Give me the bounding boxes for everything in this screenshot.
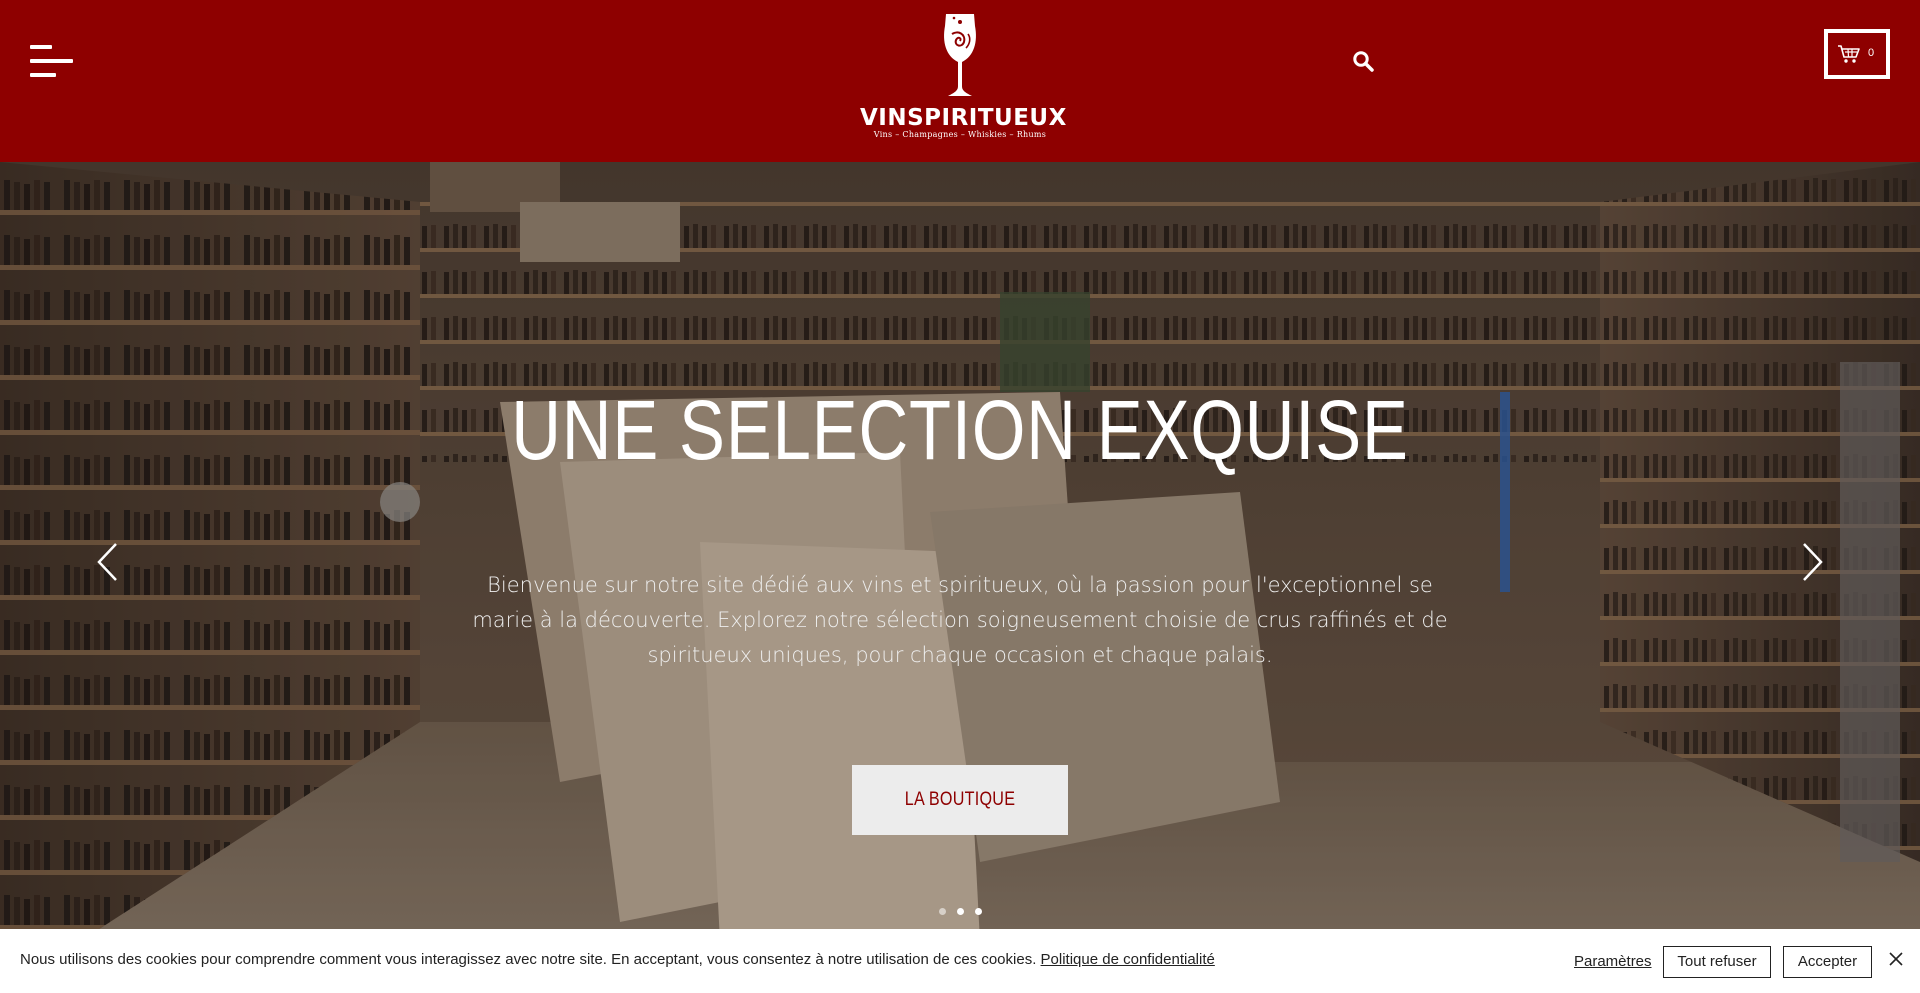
hero-slider: UNE SELECTION EXQUISE Bienvenue sur notr…: [0, 162, 1920, 993]
search-icon[interactable]: [1352, 50, 1376, 74]
privacy-policy-link[interactable]: Politique de confidentialité: [1041, 951, 1215, 968]
shop-button-label: LA BOUTIQUE: [904, 789, 1016, 810]
wine-glass-logo-icon: [944, 14, 976, 96]
slider-pagination: [936, 908, 986, 918]
brand-tagline: Vins – Champagnes – Whiskies – Rhums: [873, 130, 1047, 139]
cookie-message-text: Nous utilisons des cookies pour comprend…: [20, 951, 1041, 968]
shop-button[interactable]: LA BOUTIQUE: [852, 765, 1068, 835]
brand-name: VINSPIRITUEUX: [860, 105, 1067, 131]
slider-dot-3[interactable]: [975, 908, 982, 915]
cart-button[interactable]: 0: [1824, 29, 1890, 79]
cookie-message: Nous utilisons des cookies pour comprend…: [20, 951, 1215, 968]
slider-dot-1[interactable]: [939, 908, 946, 915]
refuse-all-button[interactable]: Tout refuser: [1663, 946, 1771, 978]
slider-next-arrow-icon[interactable]: [1790, 540, 1830, 584]
site-header: VINSPIRITUEUX Vins – Champagnes – Whiski…: [0, 0, 1920, 162]
slider-prev-arrow-icon[interactable]: [90, 540, 130, 584]
cookie-banner: Nous utilisons des cookies pour comprend…: [0, 929, 1920, 993]
menu-icon[interactable]: [30, 44, 74, 80]
cookie-settings-link[interactable]: Paramètres: [1574, 953, 1652, 970]
cart-count: 0: [1868, 47, 1875, 59]
accept-button[interactable]: Accepter: [1783, 946, 1872, 978]
site-logo[interactable]: VINSPIRITUEUX Vins – Champagnes – Whiski…: [860, 12, 1067, 146]
hero-title: UNE SELECTION EXQUISE: [511, 383, 1409, 477]
close-icon[interactable]: [1888, 951, 1904, 967]
slider-dot-2[interactable]: [957, 908, 964, 915]
cart-icon: [1838, 45, 1860, 63]
hero-description: Bienvenue sur notre site dédié aux vins …: [472, 573, 1448, 667]
